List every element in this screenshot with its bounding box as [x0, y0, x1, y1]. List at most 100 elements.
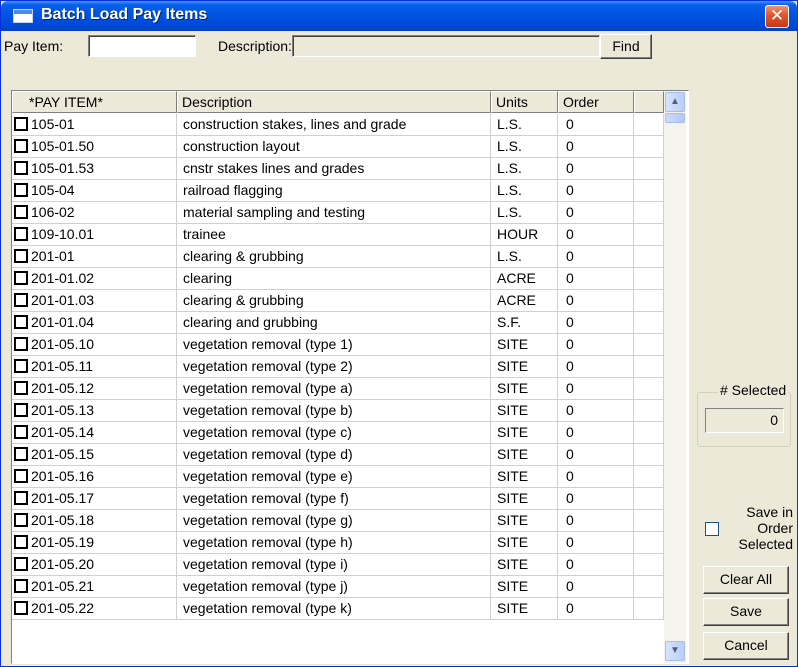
pay-item-cell[interactable]: 105-01.53: [12, 158, 177, 180]
checkbox-icon[interactable]: [14, 359, 28, 373]
pay-item-input[interactable]: [89, 36, 195, 56]
pay-item-cell[interactable]: 201-05.21: [12, 576, 177, 598]
table-row[interactable]: 105-04 railroad flagging L.S. 0: [12, 180, 664, 202]
table-row[interactable]: 201-05.22 vegetation removal (type k) SITE…: [12, 598, 664, 620]
pay-item-cell[interactable]: 105-04: [12, 180, 177, 202]
blank-cell: [634, 246, 664, 268]
clear-all-button[interactable]: Clear All: [703, 566, 789, 594]
find-button[interactable]: Find: [600, 34, 652, 59]
table-row[interactable]: 201-05.13 vegetation removal (type b) SITE…: [12, 400, 664, 422]
checkbox-icon[interactable]: [14, 315, 28, 329]
pay-item-cell[interactable]: 201-01.03: [12, 290, 177, 312]
units-cell: SITE: [491, 532, 558, 554]
pay-item-cell[interactable]: 201-05.18: [12, 510, 177, 532]
table-row[interactable]: 201-05.18 vegetation removal (type g) SITE…: [12, 510, 664, 532]
pay-item-cell[interactable]: 201-05.16: [12, 466, 177, 488]
pay-item-cell[interactable]: 105-01.50: [12, 136, 177, 158]
checkbox-icon[interactable]: [14, 205, 28, 219]
description-field[interactable]: [292, 35, 600, 57]
pay-item-cell[interactable]: 201-01: [12, 246, 177, 268]
checkbox-icon[interactable]: [14, 535, 28, 549]
checkbox-icon[interactable]: [14, 447, 28, 461]
pay-items-list[interactable]: *PAY ITEM* Description Units Order 105-0…: [11, 90, 689, 664]
table-row[interactable]: 201-05.19 vegetation removal (type h) SITE…: [12, 532, 664, 554]
vertical-scrollbar[interactable]: ▲ ▼: [664, 91, 686, 663]
table-row[interactable]: 201-01 clearing & grubbing L.S. 0: [12, 246, 664, 268]
checkbox-icon[interactable]: [14, 557, 28, 571]
table-row[interactable]: 201-01.04 clearing and grubbing S.F. 0: [12, 312, 664, 334]
pay-item-cell[interactable]: 201-05.20: [12, 554, 177, 576]
description-input[interactable]: [293, 36, 599, 56]
pay-item-cell[interactable]: 201-05.12: [12, 378, 177, 400]
checkbox-icon[interactable]: [14, 293, 28, 307]
column-header-pay-item[interactable]: *PAY ITEM*: [12, 91, 177, 113]
checkbox-icon[interactable]: [14, 403, 28, 417]
checkbox-icon[interactable]: [14, 469, 28, 483]
save-button[interactable]: Save: [703, 598, 789, 626]
checkbox-icon[interactable]: [14, 337, 28, 351]
cancel-button[interactable]: Cancel: [703, 632, 789, 660]
pay-item-cell[interactable]: 105-01: [12, 114, 177, 136]
pay-item-cell[interactable]: 201-05.13: [12, 400, 177, 422]
table-row[interactable]: 105-01 construction stakes, lines and gra…: [12, 114, 664, 136]
order-cell: 0: [558, 488, 634, 510]
pay-item-cell[interactable]: 201-01.04: [12, 312, 177, 334]
table-row[interactable]: 201-05.14 vegetation removal (type c) SITE…: [12, 422, 664, 444]
pay-item-cell[interactable]: 201-05.19: [12, 532, 177, 554]
pay-item-cell[interactable]: 201-05.10: [12, 334, 177, 356]
checkbox-icon[interactable]: [14, 601, 28, 615]
table-row[interactable]: 201-05.15 vegetation removal (type d) SITE…: [12, 444, 664, 466]
scroll-down-arrow-icon[interactable]: ▼: [665, 641, 685, 661]
order-cell: 0: [558, 444, 634, 466]
checkbox-icon[interactable]: [14, 161, 28, 175]
pay-item-cell[interactable]: 201-05.11: [12, 356, 177, 378]
table-row[interactable]: 201-05.17 vegetation removal (type f) SITE…: [12, 488, 664, 510]
checkbox-icon[interactable]: [14, 117, 28, 131]
close-icon[interactable]: ✕: [765, 5, 789, 28]
table-row[interactable]: 105-01.50 construction layout L.S. 0: [12, 136, 664, 158]
checkbox-icon[interactable]: [14, 381, 28, 395]
pay-item-field[interactable]: [88, 35, 196, 57]
checkbox-icon[interactable]: [14, 491, 28, 505]
table-row[interactable]: 201-05.21 vegetation removal (type j) SITE…: [12, 576, 664, 598]
pay-item-cell[interactable]: 201-05.17: [12, 488, 177, 510]
column-header-description[interactable]: Description: [177, 91, 491, 113]
column-header-units[interactable]: Units: [491, 91, 558, 113]
save-in-order-checkbox[interactable]: [705, 522, 719, 536]
scroll-thumb[interactable]: [665, 113, 685, 123]
pay-item-cell[interactable]: 106-02: [12, 202, 177, 224]
description-cell: material sampling and testing: [177, 202, 491, 224]
checkbox-icon[interactable]: [14, 183, 28, 197]
checkbox-icon[interactable]: [14, 579, 28, 593]
column-header-order[interactable]: Order: [558, 91, 634, 113]
pay-item-code: 201-05.22: [31, 600, 95, 616]
blank-cell: [634, 224, 664, 246]
checkbox-icon[interactable]: [14, 271, 28, 285]
checkbox-icon[interactable]: [14, 425, 28, 439]
table-row[interactable]: 201-05.11 vegetation removal (type 2) SITE…: [12, 356, 664, 378]
table-row[interactable]: 105-01.53 cnstr stakes lines and grades L.…: [12, 158, 664, 180]
checkbox-icon[interactable]: [14, 227, 28, 241]
title-bar[interactable]: Batch Load Pay Items ✕: [1, 1, 797, 31]
table-row[interactable]: 106-02 material sampling and testing L.S. 0: [12, 202, 664, 224]
table-row[interactable]: 201-05.10 vegetation removal (type 1) SITE…: [12, 334, 664, 356]
pay-item-cell[interactable]: 201-05.22: [12, 598, 177, 620]
table-row[interactable]: 201-05.12 vegetation removal (type a) SITE…: [12, 378, 664, 400]
description-cell: vegetation removal (type d): [177, 444, 491, 466]
pay-item-cell[interactable]: 201-05.14: [12, 422, 177, 444]
scroll-up-arrow-icon[interactable]: ▲: [665, 92, 685, 112]
description-cell: railroad flagging: [177, 180, 491, 202]
pay-item-cell[interactable]: 201-05.15: [12, 444, 177, 466]
table-row[interactable]: 201-05.20 vegetation removal (type i) SITE…: [12, 554, 664, 576]
checkbox-icon[interactable]: [14, 139, 28, 153]
pay-item-cell[interactable]: 201-01.02: [12, 268, 177, 290]
units-cell: SITE: [491, 422, 558, 444]
table-row[interactable]: 201-01.02 clearing ACRE 0: [12, 268, 664, 290]
table-row[interactable]: 109-10.01 trainee HOUR 0: [12, 224, 664, 246]
checkbox-icon[interactable]: [14, 513, 28, 527]
table-row[interactable]: 201-01.03 clearing & grubbing ACRE 0: [12, 290, 664, 312]
pay-item-cell[interactable]: 109-10.01: [12, 224, 177, 246]
pay-item-code: 201-05.17: [31, 490, 95, 506]
checkbox-icon[interactable]: [14, 249, 28, 263]
table-row[interactable]: 201-05.16 vegetation removal (type e) SITE…: [12, 466, 664, 488]
